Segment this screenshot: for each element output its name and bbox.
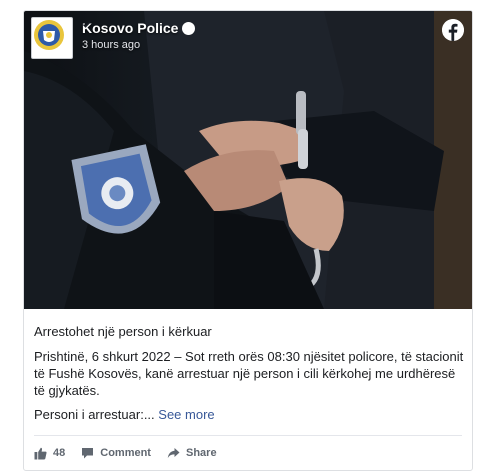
post-timestamp[interactable]: 3 hours ago: [82, 39, 140, 51]
post-body: Prishtinë, 6 shkurt 2022 – Sot rreth orë…: [34, 349, 464, 398]
comment-button[interactable]: Comment: [81, 447, 151, 459]
verified-icon: [82, 21, 196, 35]
post-actions: 48 Comment Share: [34, 443, 217, 463]
divider: [34, 435, 462, 436]
share-button[interactable]: Share: [167, 447, 217, 459]
comment-icon: [82, 448, 94, 459]
arrest-photo-illustration: [24, 11, 472, 309]
like-count: 48: [53, 447, 66, 459]
post-text: Arrestohet një person i kërkuar Prishtin…: [34, 323, 464, 423]
share-label: Share: [185, 447, 217, 459]
share-icon: [167, 448, 180, 458]
page-name-row: Kosovo Police: [82, 20, 196, 36]
like-icon: [34, 447, 47, 459]
post-preview-line: Personi i arrestuar:... See more: [34, 406, 464, 423]
page-avatar[interactable]: [31, 17, 73, 59]
comment-label: Comment: [100, 447, 151, 459]
facebook-icon[interactable]: [442, 19, 464, 41]
post-preview: Personi i arrestuar:...: [34, 407, 155, 422]
kosovo-police-badge-icon: [34, 20, 64, 50]
like-button[interactable]: 48: [34, 447, 65, 460]
page-name[interactable]: Kosovo Police: [82, 20, 178, 36]
post-photo[interactable]: Kosovo Police 3 hours ago: [24, 11, 472, 309]
post-headline: Arrestohet një person i kërkuar: [34, 324, 212, 339]
see-more-link[interactable]: See more: [158, 407, 214, 422]
embedded-post-card: Kosovo Police 3 hours ago Arrestohet një…: [23, 10, 473, 471]
